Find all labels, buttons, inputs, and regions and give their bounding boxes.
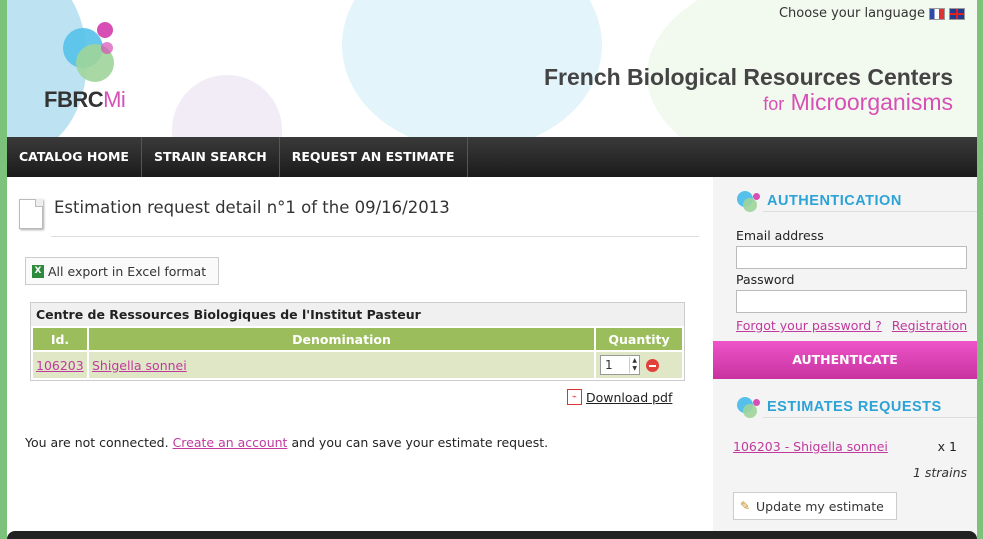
remove-icon[interactable] (646, 358, 659, 372)
language-label: Choose your language (778, 6, 925, 21)
password-label: Password (736, 272, 795, 287)
footer-band (7, 531, 977, 539)
divider (763, 211, 977, 212)
divider (763, 417, 977, 418)
bubbles-icon (737, 189, 763, 213)
quantity-value: 1 (605, 358, 613, 372)
update-estimate-button[interactable]: ✎ Update my estimate (733, 492, 897, 520)
flag-uk-icon[interactable] (949, 7, 965, 20)
logo-accent: Mi (103, 87, 126, 112)
column-header-denomination: Denomination (89, 328, 594, 350)
auth-title: AUTHENTICATION (767, 193, 902, 209)
document-icon (19, 199, 43, 229)
auth-links: Forgot your password ? Registration (736, 318, 967, 333)
site-header: FBRCMi Choose your language French Biolo… (7, 0, 977, 137)
estimates-heading: ESTIMATES REQUESTS (737, 395, 942, 419)
site-title: French Biological Resources Centers for … (544, 64, 953, 116)
quantity-stepper[interactable]: 1 ▲ ▼ (600, 355, 640, 375)
site-title-line2: for Microorganisms (544, 90, 953, 116)
estimate-item-link[interactable]: 106203 - Shigella sonnei (733, 439, 888, 454)
email-field[interactable] (736, 246, 967, 269)
auth-heading: AUTHENTICATION (737, 189, 902, 213)
site-title-microorganisms: Microorganisms (790, 89, 953, 115)
connection-notice: You are not connected. Create an account… (25, 435, 548, 450)
divider (51, 236, 699, 237)
nav-strain-search[interactable]: STRAIN SEARCH (142, 137, 280, 177)
estimate-table-panel: Centre de Ressources Biologiques de l'In… (30, 302, 685, 381)
nav-catalog-home[interactable]: CATALOG HOME (7, 137, 142, 177)
estimate-item-count: x 1 (937, 439, 957, 454)
registration-link[interactable]: Registration (892, 318, 967, 333)
update-estimate-label: Update my estimate (756, 498, 884, 514)
table-row: 106203 Shigella sonnei 1 ▲ ▼ (33, 352, 682, 378)
language-selector: Choose your language (779, 6, 965, 21)
main-content: Estimation request detail n°1 of the 09/… (7, 177, 713, 539)
column-header-id: Id. (33, 328, 87, 350)
estimates-title: ESTIMATES REQUESTS (767, 399, 942, 415)
quantity-cell: 1 ▲ ▼ (597, 355, 681, 375)
password-field[interactable] (736, 290, 967, 313)
flag-fr-icon[interactable] (929, 7, 945, 20)
pencil-icon: ✎ (740, 499, 751, 513)
sidebar: AUTHENTICATION Email address Password Fo… (713, 177, 977, 539)
strain-denomination-link[interactable]: Shigella sonnei (92, 358, 187, 373)
logo-text[interactable]: FBRCMi (44, 87, 126, 113)
notice-text-after: and you can save your estimate request. (291, 435, 549, 450)
authenticate-button[interactable]: AUTHENTICATE (713, 341, 977, 379)
download-pdf-label: Download pdf (586, 389, 673, 405)
page-frame: FBRCMi Choose your language French Biolo… (7, 0, 977, 539)
strains-total: 1 strains (912, 465, 967, 480)
resource-center-name: Centre de Ressources Biologiques de l'In… (36, 307, 421, 322)
bubbles-icon (737, 395, 763, 419)
stepper-arrows-icon[interactable]: ▲ ▼ (629, 357, 639, 373)
nav-request-estimate[interactable]: REQUEST AN ESTIMATE (280, 137, 468, 177)
email-label: Email address (736, 228, 824, 243)
page-title: Estimation request detail n°1 of the 09/… (54, 198, 450, 217)
download-pdf-link[interactable]: ⌁ Download pdf (567, 389, 672, 405)
excel-export-button[interactable]: X All export in Excel format (25, 257, 220, 285)
decor-blob (172, 75, 282, 137)
estimate-table: Id. Denomination Quantity 106203 Shigell… (31, 326, 684, 380)
column-header-quantity: Quantity (596, 328, 682, 350)
notice-text-before: You are not connected. (25, 435, 169, 450)
logo-main: FBRC (44, 87, 104, 112)
main-nav: CATALOG HOME STRAIN SEARCH REQUEST AN ES… (7, 137, 977, 177)
estimate-list-item: 106203 - Shigella sonnei x 1 (733, 439, 961, 454)
site-title-for: for (763, 94, 785, 114)
forgot-password-link[interactable]: Forgot your password ? (736, 318, 882, 333)
excel-icon: X (32, 264, 44, 278)
site-title-line1: French Biological Resources Centers (543, 64, 953, 90)
excel-export-label: All export in Excel format (48, 263, 207, 279)
pdf-icon: ⌁ (567, 389, 582, 405)
create-account-link[interactable]: Create an account (173, 435, 288, 450)
strain-id-link[interactable]: 106203 (36, 358, 84, 373)
